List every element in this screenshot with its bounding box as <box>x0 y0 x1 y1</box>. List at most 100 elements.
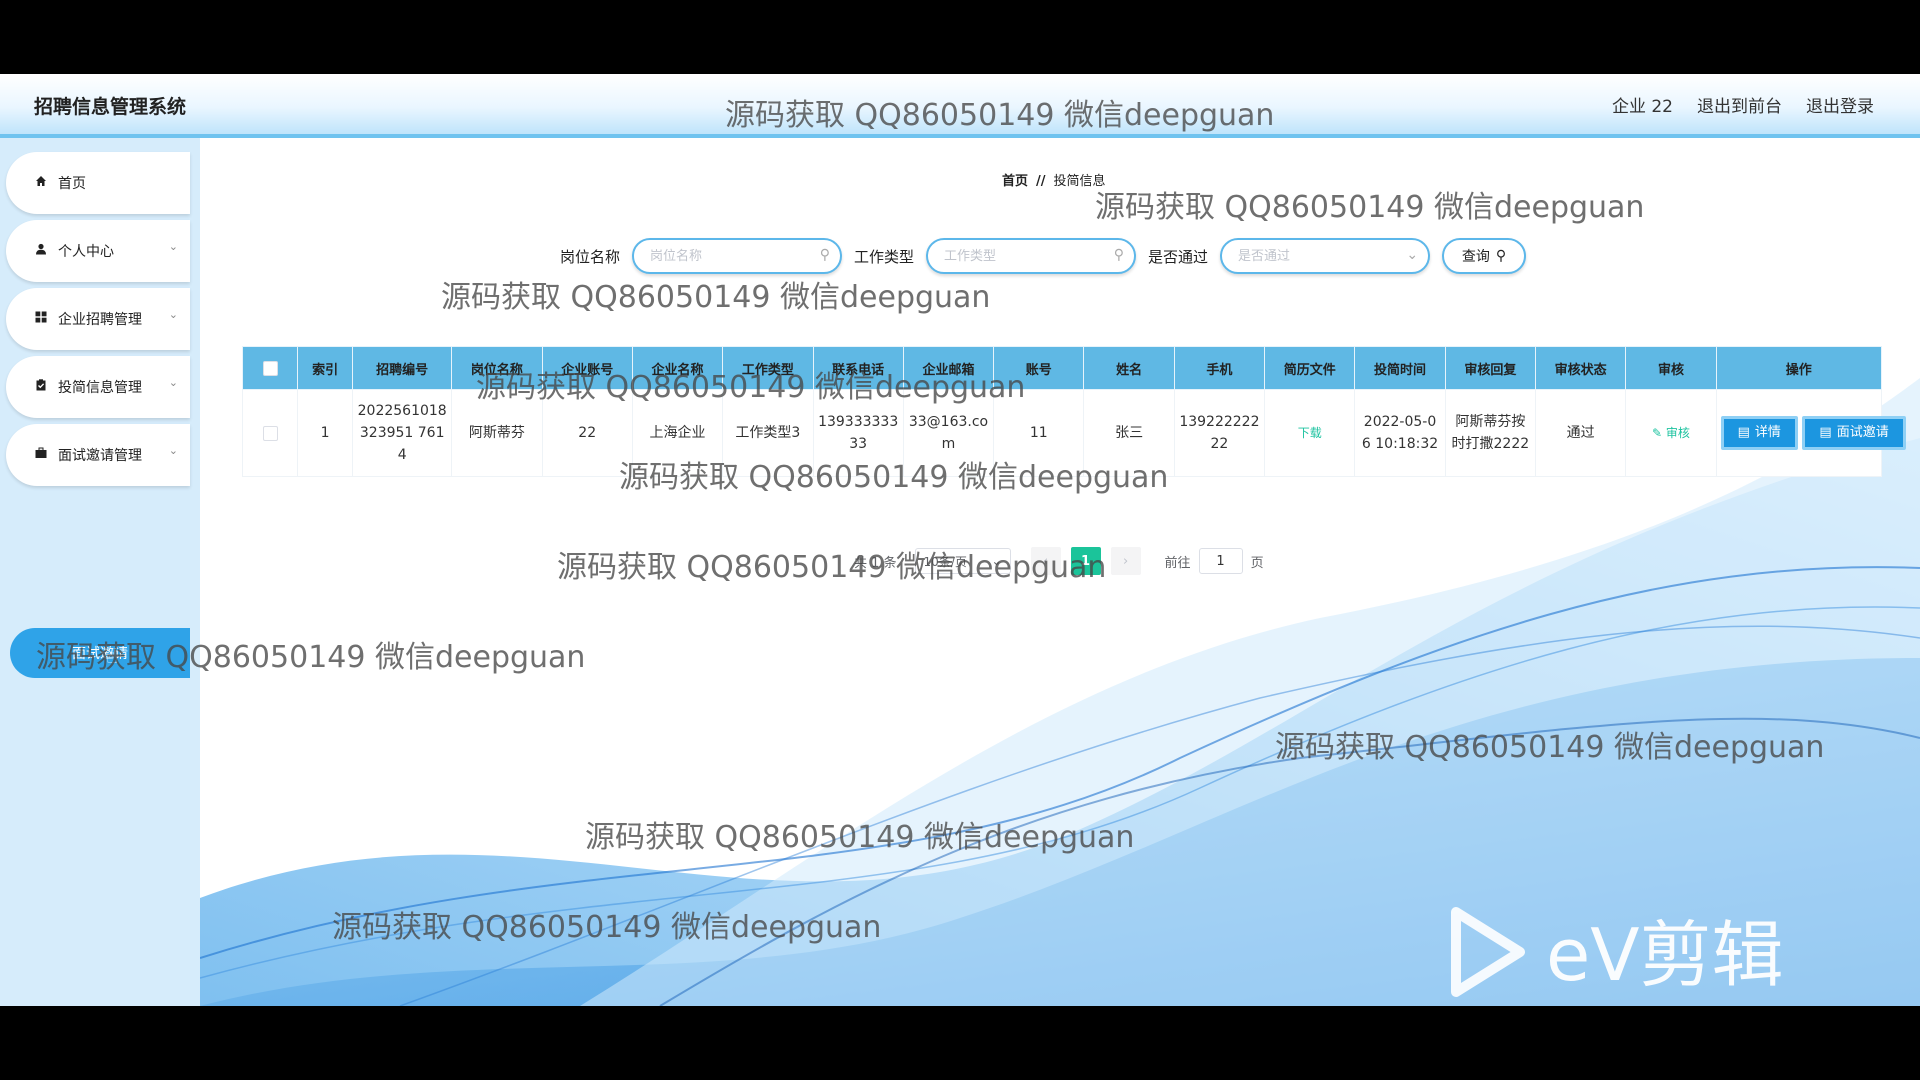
row-checkbox[interactable] <box>262 425 278 441</box>
select-all-cell <box>241 346 299 390</box>
sidebar-item-label: 个人中心 <box>58 244 114 260</box>
breadcrumb-separator: // <box>1036 174 1046 189</box>
cell-audit-reply: 阿斯蒂芬按时打撒2222 <box>1444 389 1537 477</box>
table-header-row: 索引 招聘编号 岗位名称 企业账号 企业名称 工作类型 联系电话 企业邮箱 账号… <box>241 346 1883 390</box>
query-button-label: 查询 <box>1461 249 1490 265</box>
job-name-input[interactable] <box>648 240 813 272</box>
column-header: 招聘编号 <box>352 346 453 390</box>
cell-name: 张三 <box>1083 389 1175 477</box>
job-type-field: ⚲ <box>926 238 1137 274</box>
job-type-input[interactable] <box>942 240 1107 272</box>
cell-submit-time: 2022-05-06 10:18:32 <box>1354 389 1446 477</box>
chevron-down-icon: ⌄ <box>168 308 178 321</box>
column-header: 手机 <box>1173 346 1266 390</box>
chevron-left-icon: ‹ <box>1042 553 1049 569</box>
passed-label: 是否通过 <box>1148 247 1209 266</box>
passed-select[interactable] <box>1236 240 1401 272</box>
app-window: 招聘信息管理系统 企业 22 退出到前台 退出登录 首页 个人中心 ⌄ 企业招聘… <box>0 74 1920 1006</box>
page-number[interactable]: 1 <box>1070 547 1101 575</box>
document-icon: ▤ <box>1737 425 1750 440</box>
briefcase-icon <box>34 447 48 463</box>
app-title: 招聘信息管理系统 <box>34 96 187 118</box>
cell-company-account: 22 <box>541 389 633 477</box>
header-actions: 企业 22 退出到前台 退出登录 <box>1612 92 1874 117</box>
job-name-field: ⚲ <box>632 238 843 274</box>
column-header: 索引 <box>297 346 354 390</box>
sidebar-item-personal-center[interactable]: 个人中心 ⌄ <box>6 220 190 282</box>
search-icon: ⚲ <box>1113 247 1125 263</box>
breadcrumb: 首页 // 投简信息 <box>1002 170 1106 189</box>
download-resume-link[interactable]: 下载 <box>1298 426 1322 440</box>
select-all-checkbox[interactable] <box>262 360 278 376</box>
chevron-down-icon: ⌄ <box>1406 247 1419 263</box>
sidebar-item-label: 首页 <box>58 176 86 192</box>
goto-label: 前往 <box>1164 555 1191 571</box>
chevron-right-icon: › <box>1122 553 1129 569</box>
row-select-cell <box>241 389 299 477</box>
hand-cursor-icon: ☝ <box>106 644 119 668</box>
logout-link[interactable]: 退出登录 <box>1806 92 1874 117</box>
sidebar-subitem-interview-invite[interactable]: 面试邀请 <box>10 628 190 678</box>
page-size-value: 10条/页 <box>923 554 967 569</box>
cell-audit: ✎ 审核 <box>1625 389 1717 477</box>
column-header: 账号 <box>993 346 1085 390</box>
cell-job-type: 工作类型3 <box>722 389 814 477</box>
chevron-down-icon: ⌄ <box>991 554 1002 568</box>
clipboard-icon <box>34 379 48 395</box>
prev-page-button[interactable]: ‹ <box>1030 547 1061 575</box>
job-name-label: 岗位名称 <box>560 247 621 266</box>
cell-account: 11 <box>993 389 1085 477</box>
column-header: 企业账号 <box>541 346 633 390</box>
job-type-label: 工作类型 <box>854 247 915 266</box>
cell-email: 33@163.com <box>902 389 995 477</box>
chevron-down-icon: ⌄ <box>168 376 178 389</box>
column-header: 投简时间 <box>1354 346 1446 390</box>
search-icon: ⚲ <box>819 247 831 263</box>
edit-icon: ✎ <box>1652 426 1666 440</box>
next-page-button[interactable]: › <box>1110 547 1141 575</box>
column-header: 操作 <box>1715 346 1883 390</box>
column-header: 企业邮箱 <box>902 346 995 390</box>
sidebar-item-interview-mgmt[interactable]: 面试邀请管理 ⌄ <box>6 424 190 486</box>
search-icon: ⚲ <box>1495 248 1507 264</box>
column-header: 审核 <box>1625 346 1717 390</box>
audit-link[interactable]: ✎ 审核 <box>1652 426 1690 440</box>
detail-button[interactable]: ▤ 详情 <box>1720 416 1798 450</box>
query-button[interactable]: 查询 ⚲ <box>1442 238 1527 274</box>
breadcrumb-home[interactable]: 首页 <box>1002 174 1028 189</box>
sidebar-item-resume-mgmt[interactable]: 投简信息管理 ⌄ <box>6 356 190 418</box>
sidebar-item-label: 投简信息管理 <box>58 380 142 396</box>
sidebar-item-recruitment[interactable]: 企业招聘管理 ⌄ <box>6 288 190 350</box>
main-content: 首页 // 投简信息 岗位名称 ⚲ 工作类型 ⚲ 是否通过 ⌄ 查询 ⚲ <box>200 138 1920 1006</box>
column-header: 岗位名称 <box>451 346 543 390</box>
audit-link-label: 审核 <box>1665 426 1690 440</box>
interview-invite-button[interactable]: ▤ 面试邀请 <box>1802 416 1906 450</box>
user-icon <box>34 243 48 259</box>
top-header: 招聘信息管理系统 企业 22 退出到前台 退出登录 <box>0 74 1920 138</box>
detail-button-label: 详情 <box>1754 425 1781 440</box>
cell-operations: ▤ 详情 ▤ 面试邀请 <box>1715 389 1906 477</box>
cell-phone: 13933333333 <box>812 389 904 477</box>
ev-logo-text: eV剪辑 <box>1546 913 1784 997</box>
column-header: 简历文件 <box>1264 346 1356 390</box>
cell-resume: 下载 <box>1264 389 1356 477</box>
cell-mobile: 13922222222 <box>1173 389 1266 477</box>
pagination-total: 共 1 条 <box>854 555 897 571</box>
goto-page-input[interactable]: 1 <box>1198 548 1243 574</box>
interview-invite-button-label: 面试邀请 <box>1836 425 1889 440</box>
pagination: 共 1 条 10条/页 ⌄ ‹ 1 › 前往 1 页 <box>854 547 1264 575</box>
table-row: 1 2022561018323951 7614 阿斯蒂芬 22 上海企业 工作类… <box>241 389 1906 477</box>
sidebar-item-home[interactable]: 首页 <box>6 152 190 214</box>
page-size-select[interactable]: 10条/页 ⌄ <box>914 548 1011 574</box>
sidebar: 首页 个人中心 ⌄ 企业招聘管理 ⌄ 投简信息管理 ⌄ 面试邀请管理 ⌄ 面试邀… <box>0 138 200 1006</box>
search-bar: 岗位名称 ⚲ 工作类型 ⚲ 是否通过 ⌄ 查询 ⚲ <box>560 236 1527 276</box>
current-user[interactable]: 企业 22 <box>1612 92 1673 117</box>
home-icon <box>34 175 48 191</box>
exit-to-front-link[interactable]: 退出到前台 <box>1697 92 1782 117</box>
cell-audit-status: 通过 <box>1534 389 1627 477</box>
resume-table: 索引 招聘编号 岗位名称 企业账号 企业名称 工作类型 联系电话 企业邮箱 账号… <box>241 346 1906 477</box>
column-header: 姓名 <box>1083 346 1175 390</box>
column-header: 联系电话 <box>812 346 904 390</box>
passed-select-field: ⌄ <box>1220 238 1431 274</box>
breadcrumb-current: 投简信息 <box>1053 174 1106 189</box>
